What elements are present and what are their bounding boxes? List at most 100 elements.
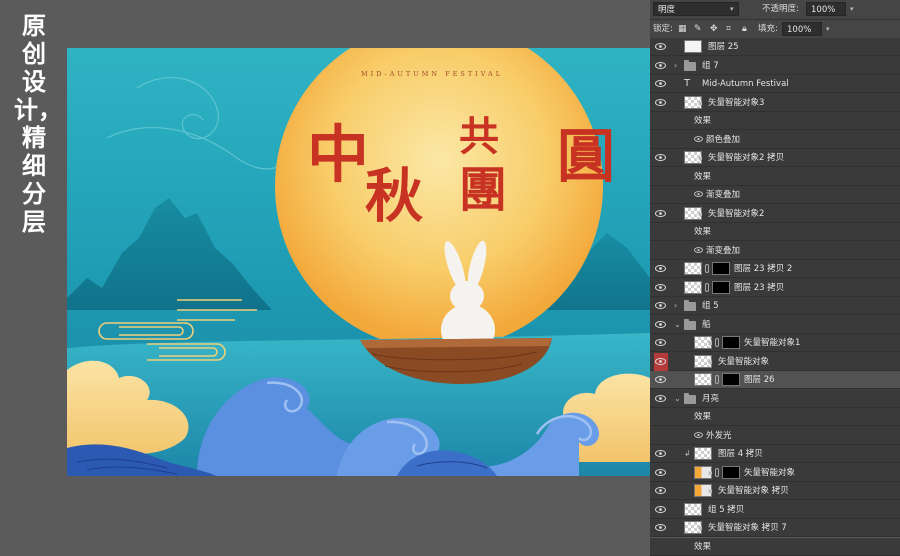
eye-icon[interactable] <box>654 57 668 75</box>
layer-row[interactable]: 图层 25 <box>650 38 900 56</box>
eye-icon[interactable] <box>654 316 668 334</box>
link-icon[interactable] <box>715 467 719 477</box>
chevron-down-icon[interactable]: ⌄ <box>674 390 681 408</box>
effect-eye-icon[interactable] <box>694 242 703 260</box>
layer-row[interactable]: ⌄ 船 <box>650 315 900 334</box>
layer-name: 组 5 <box>702 301 719 311</box>
chevron-down-icon[interactable]: ⌄ <box>674 316 681 334</box>
eye-icon[interactable] <box>654 371 668 389</box>
layer-row[interactable]: 外发光 <box>650 426 900 445</box>
fill-input[interactable]: 100% <box>782 22 822 36</box>
link-icon[interactable] <box>705 264 709 273</box>
title-char-gong: 共 <box>459 113 499 160</box>
layer-row[interactable]: 效果 <box>650 167 900 186</box>
link-icon[interactable] <box>715 375 719 384</box>
layer-name: 矢量智能对象 <box>744 467 796 478</box>
layer-row[interactable]: ▪ 矢量智能对象2 <box>650 204 900 223</box>
layer-row[interactable]: ▪ 矢量智能对象 拷贝 7 <box>650 519 900 537</box>
lock-move-icon[interactable]: ✥ <box>710 22 718 36</box>
chevron-right-icon[interactable]: › <box>674 297 677 315</box>
lock-brush-icon[interactable]: ✎ <box>694 22 702 36</box>
layer-mask-thumbnail[interactable] <box>722 336 740 349</box>
blend-mode-select[interactable]: 明度 <box>653 2 739 16</box>
layer-row[interactable]: 渐变叠加 <box>650 241 900 260</box>
lock-all-icon[interactable]: 🔒︎ <box>742 22 747 36</box>
eye-icon[interactable] <box>654 279 668 297</box>
eye-icon[interactable] <box>654 38 668 56</box>
layer-name: 矢量智能对象 <box>718 356 770 367</box>
layer-row[interactable]: 图层 23 拷贝 2 <box>650 260 900 278</box>
layer-row[interactable]: ▪ 矢量智能对象 <box>650 352 900 371</box>
effect-eye-icon[interactable] <box>694 186 703 204</box>
fill-label: 填充: <box>758 24 778 34</box>
layer-row[interactable]: ↲ 图层 4 拷贝 <box>650 445 900 463</box>
layer-name: 矢量智能对象3 <box>708 97 765 108</box>
lock-transparent-icon[interactable]: ▦ <box>678 22 687 36</box>
eye-icon[interactable] <box>654 94 668 112</box>
layer-row[interactable]: 效果 <box>650 112 900 130</box>
layer-name: 渐变叠加 <box>706 190 741 200</box>
eye-icon[interactable] <box>654 482 668 500</box>
layer-row[interactable]: 效果 <box>650 223 900 241</box>
layer-thumbnail <box>694 447 712 460</box>
link-icon[interactable] <box>715 338 719 347</box>
eye-icon[interactable] <box>654 149 668 167</box>
artwork-canvas[interactable]: MID-AUTUMN FESTIVAL 中 秋 共 團 圓 <box>67 48 650 476</box>
effect-eye-icon[interactable] <box>694 131 703 149</box>
eye-icon[interactable] <box>654 75 668 93</box>
layer-name: 外发光 <box>706 430 732 441</box>
eye-icon[interactable] <box>654 297 668 315</box>
eye-icon[interactable] <box>654 464 668 482</box>
layer-row[interactable]: ▪ 矢量智能对象 <box>650 463 900 482</box>
opacity-chevron-icon[interactable]: ▾ <box>850 2 854 16</box>
layer-mask-thumbnail[interactable] <box>722 465 740 479</box>
smart-object-icon: ▪ <box>698 154 703 162</box>
layer-row[interactable]: ⌄ 月亮 <box>650 389 900 408</box>
eye-icon[interactable] <box>654 334 668 352</box>
layer-row[interactable]: 渐变叠加 <box>650 186 900 204</box>
layer-row[interactable]: 图层 26 <box>650 371 900 389</box>
smart-object-icon: ▪ <box>698 209 703 218</box>
layer-row[interactable]: ▪ 矢量智能对象3 <box>650 93 900 112</box>
blend-bar: 明度 ▾ 不透明度: 100% ▾ <box>650 0 900 19</box>
layer-name: 月亮 <box>702 393 720 404</box>
layer-row[interactable]: › 组 5 <box>650 297 900 315</box>
title-char-qiu: 秋 <box>365 162 423 230</box>
layer-row[interactable]: ▪ 矢量智能对象 拷贝 <box>650 482 900 500</box>
eye-icon[interactable] <box>654 519 668 537</box>
layer-row[interactable]: ▪ 矢量智能对象1 <box>650 334 900 352</box>
layer-mask-thumbnail[interactable] <box>712 280 730 294</box>
layer-row[interactable]: 效果 <box>650 537 900 556</box>
layer-name: 图层 26 <box>744 375 775 385</box>
eye-icon[interactable] <box>654 390 668 408</box>
smart-object-icon: ▪ <box>708 339 713 347</box>
layer-row[interactable]: T Mid-Autumn Festival <box>650 75 900 93</box>
eye-icon[interactable] <box>654 445 668 463</box>
layer-name: 效果 <box>694 541 712 552</box>
layer-mask-thumbnail[interactable] <box>722 373 740 386</box>
link-icon[interactable] <box>705 282 709 292</box>
eye-icon[interactable] <box>654 260 668 278</box>
layer-row[interactable]: 效果 <box>650 408 900 426</box>
layer-row[interactable]: 颜色叠加 <box>650 130 900 149</box>
eye-icon[interactable] <box>654 205 668 223</box>
chevron-right-icon[interactable]: › <box>674 57 677 75</box>
layer-name: 渐变叠加 <box>706 245 741 256</box>
effect-eye-icon[interactable] <box>694 427 703 445</box>
layer-mask-thumbnail[interactable] <box>712 262 730 275</box>
layer-name: 船 <box>702 319 711 330</box>
layer-row[interactable]: 图层 23 拷贝 <box>650 278 900 297</box>
side-caption: 原创设计，精细分层 <box>14 11 62 236</box>
artwork-subtitle: MID-AUTUMN FESTIVAL <box>361 70 503 78</box>
title-char-zhong: 中 <box>307 118 369 191</box>
layer-row[interactable]: ▪ 矢量智能对象2 拷贝 <box>650 149 900 167</box>
opacity-input[interactable]: 100% <box>806 2 846 16</box>
eye-icon[interactable] <box>654 352 668 371</box>
fill-chevron-icon[interactable]: ▾ <box>826 22 830 36</box>
layer-thumbnail <box>684 280 702 294</box>
lock-artboard-icon[interactable]: ⌗ <box>726 22 731 36</box>
layer-row[interactable]: › 组 7 <box>650 56 900 75</box>
fill-value: 100% <box>787 25 812 35</box>
left-strip: 原创设计，精细分层 <box>0 0 67 516</box>
layer-name: 矢量智能对象2 拷贝 <box>708 153 785 163</box>
